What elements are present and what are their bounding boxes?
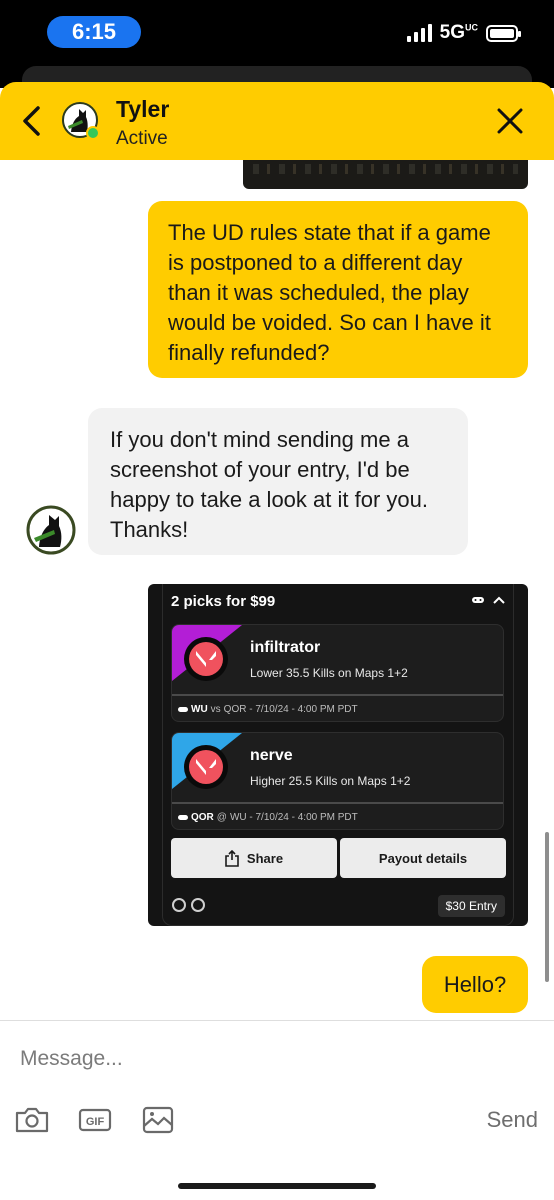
entry-header-icons	[471, 595, 505, 605]
valorant-badge-icon	[184, 745, 228, 789]
pick-matchup: QOR @ WU - 7/10/24 - 4:00 PM PDT	[178, 812, 358, 823]
signal-icon	[406, 24, 432, 42]
share-icon	[225, 849, 239, 867]
entry-fee-badge: $30 Entry	[437, 895, 505, 917]
send-button[interactable]: Send	[487, 1107, 538, 1133]
chat-header: Tyler Active	[0, 82, 554, 160]
gamepad-icon	[178, 815, 188, 820]
pick-line: Lower 35.5 Kills on Maps 1+2	[250, 666, 408, 680]
status-icons: 5GUC	[406, 22, 521, 44]
entry-title: 2 picks for $99	[171, 593, 276, 610]
message-incoming: If you don't mind sending me a screensho…	[88, 408, 468, 555]
pick-player: nerve	[250, 747, 293, 764]
message-outgoing: Hello?	[422, 956, 528, 1013]
message-input[interactable]	[20, 1041, 520, 1077]
chevron-up-icon	[493, 596, 505, 604]
contact-name: Tyler	[116, 96, 170, 122]
gif-icon[interactable]: GIF	[78, 1105, 114, 1135]
battery-icon	[486, 24, 521, 42]
active-status-dot	[86, 126, 100, 140]
message-outgoing: The UD rules state that if a game is pos…	[148, 201, 528, 378]
pick-matchup: WU vs QOR - 7/10/24 - 4:00 PM PDT	[178, 704, 358, 715]
camera-icon[interactable]	[14, 1105, 50, 1135]
home-indicator[interactable]	[178, 1183, 376, 1189]
pick-card: infiltrator Lower 35.5 Kills on Maps 1+2…	[171, 624, 504, 722]
pick-status-dots	[172, 898, 205, 912]
message-composer: GIF Send	[0, 1020, 554, 1200]
gamepad-icon	[178, 707, 188, 712]
scrollbar[interactable]	[545, 832, 549, 982]
entry-screenshot[interactable]: 2 picks for $99 infiltrator Lower 35.5 K…	[148, 584, 528, 926]
entry-panel: 2 picks for $99 infiltrator Lower 35.5 K…	[162, 584, 514, 926]
status-time: 6:15	[47, 16, 141, 48]
share-label: Share	[246, 850, 284, 866]
pick-line: Higher 25.5 Kills on Maps 1+2	[250, 774, 411, 788]
agent-avatar	[26, 505, 76, 555]
pick-card: nerve Higher 25.5 Kills on Maps 1+2 QOR @…	[171, 732, 504, 830]
close-icon[interactable]	[496, 107, 524, 135]
image-icon[interactable]	[141, 1105, 177, 1135]
pick-player: infiltrator	[250, 639, 321, 656]
network-label: 5GUC	[439, 22, 478, 43]
payout-label: Payout details	[378, 850, 468, 866]
contact-status: Active	[116, 128, 168, 149]
chevron-left-icon[interactable]	[18, 102, 46, 140]
gamepad-icon	[472, 597, 484, 603]
svg-text:GIF: GIF	[86, 1116, 105, 1128]
payout-details-button[interactable]: Payout details	[340, 838, 506, 878]
previous-image-attachment[interactable]	[243, 160, 528, 189]
share-button[interactable]: Share	[171, 838, 337, 878]
valorant-badge-icon	[184, 637, 228, 681]
